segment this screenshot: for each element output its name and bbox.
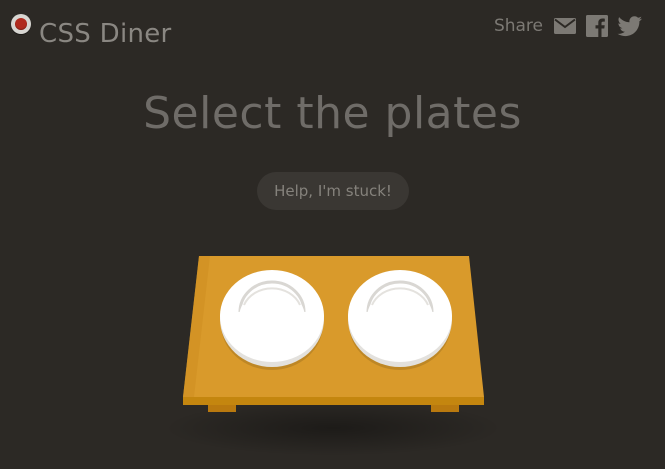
dining-table-scene <box>163 256 503 456</box>
plate[interactable] <box>220 270 324 370</box>
css-diner-app: CSS Diner Share Select the plates Help, … <box>0 0 665 469</box>
table-front <box>183 397 484 405</box>
plate[interactable] <box>348 270 452 370</box>
